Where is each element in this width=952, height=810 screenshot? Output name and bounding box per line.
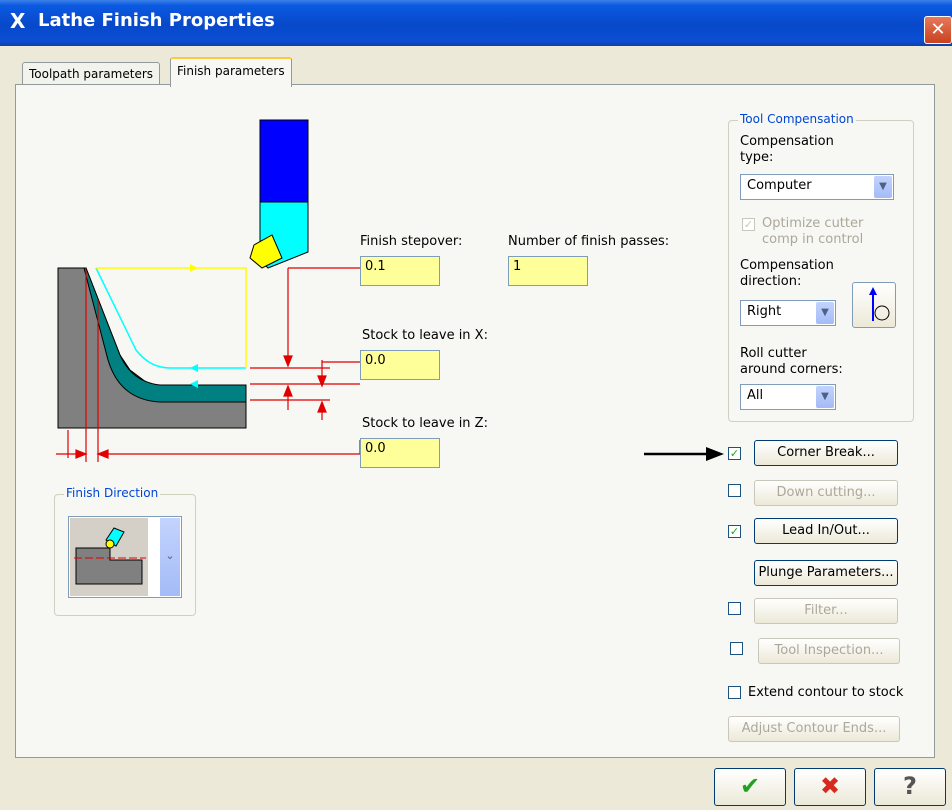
cancel-button[interactable]: ✖ xyxy=(794,768,866,806)
finish-direction-title: Finish Direction xyxy=(64,486,161,500)
down-cutting-button[interactable]: Down cutting... xyxy=(754,480,898,506)
roll-cutter-select[interactable]: All ▼ xyxy=(740,384,836,410)
tool-compensation-title: Tool Compensation xyxy=(738,112,856,126)
check-icon: ✔ xyxy=(739,772,761,800)
comp-type-select[interactable]: Computer ▼ xyxy=(740,174,894,200)
tool-inspection-button[interactable]: Tool Inspection... xyxy=(758,638,900,664)
roll-cutter-label: Roll cutter around corners: xyxy=(740,346,843,377)
chevron-down-icon: ▼ xyxy=(816,302,834,324)
pass-arrow-1 xyxy=(190,364,198,372)
comp-direction-icon xyxy=(869,287,890,321)
lead-inout-checkbox[interactable]: ✓ xyxy=(728,525,741,538)
lead-inout-button[interactable]: Lead In/Out... xyxy=(754,518,898,544)
tool-holder xyxy=(259,119,309,203)
lathe-finish-properties-dialog: X Lathe Finish Properties ✕ Toolpath par… xyxy=(0,0,952,810)
stock-x-label: Stock to leave in X: xyxy=(362,328,488,343)
finish-stepover-label: Finish stepover: xyxy=(360,234,463,249)
filter-button[interactable]: Filter... xyxy=(754,598,898,624)
comp-type-label: Compensation type: xyxy=(740,134,834,165)
chevron-down-icon[interactable]: ⌄ xyxy=(160,518,180,596)
stock-x-input[interactable]: 0.0 xyxy=(360,350,440,380)
help-icon: ? xyxy=(903,772,917,800)
finish-direction-icon xyxy=(70,518,148,596)
chevron-down-icon: ▼ xyxy=(874,176,892,198)
comp-direction-button[interactable] xyxy=(852,282,896,328)
ok-button[interactable]: ✔ xyxy=(714,768,786,806)
finish-stepover-input[interactable]: 0.1 xyxy=(360,256,440,286)
help-button[interactable]: ? xyxy=(874,768,946,806)
comp-dir-select[interactable]: Right ▼ xyxy=(740,300,836,326)
chevron-down-icon: ▼ xyxy=(816,386,834,408)
optimize-checkbox[interactable]: ✓ xyxy=(742,218,755,231)
rapid-arrow xyxy=(190,264,198,272)
corner-break-button[interactable]: Corner Break... xyxy=(754,440,898,466)
comp-dir-label: Compensation direction: xyxy=(740,258,834,289)
callout-arrow xyxy=(644,447,724,461)
num-finish-passes-label: Number of finish passes: xyxy=(508,234,670,249)
stock-z-input[interactable]: 0.0 xyxy=(360,438,440,468)
tab-finish-parameters[interactable]: Finish parameters xyxy=(170,57,292,87)
optimize-label: Optimize cutter comp in control xyxy=(762,216,864,247)
extend-contour-checkbox[interactable] xyxy=(728,686,741,699)
filter-checkbox[interactable] xyxy=(728,602,741,615)
tool-inspection-checkbox[interactable] xyxy=(730,642,743,655)
stock-z-label: Stock to leave in Z: xyxy=(362,416,488,431)
corner-break-checkbox[interactable]: ✓ xyxy=(728,447,741,460)
adjust-contour-ends-button[interactable]: Adjust Contour Ends... xyxy=(728,716,900,742)
down-cutting-checkbox[interactable] xyxy=(728,484,741,497)
num-finish-passes-input[interactable]: 1 xyxy=(508,256,588,286)
extend-contour-label: Extend contour to stock xyxy=(748,685,904,700)
plunge-parameters-button[interactable]: Plunge Parameters... xyxy=(754,560,898,586)
finish-direction-select[interactable]: ⌄ xyxy=(68,516,182,598)
x-icon: ✖ xyxy=(819,772,841,800)
